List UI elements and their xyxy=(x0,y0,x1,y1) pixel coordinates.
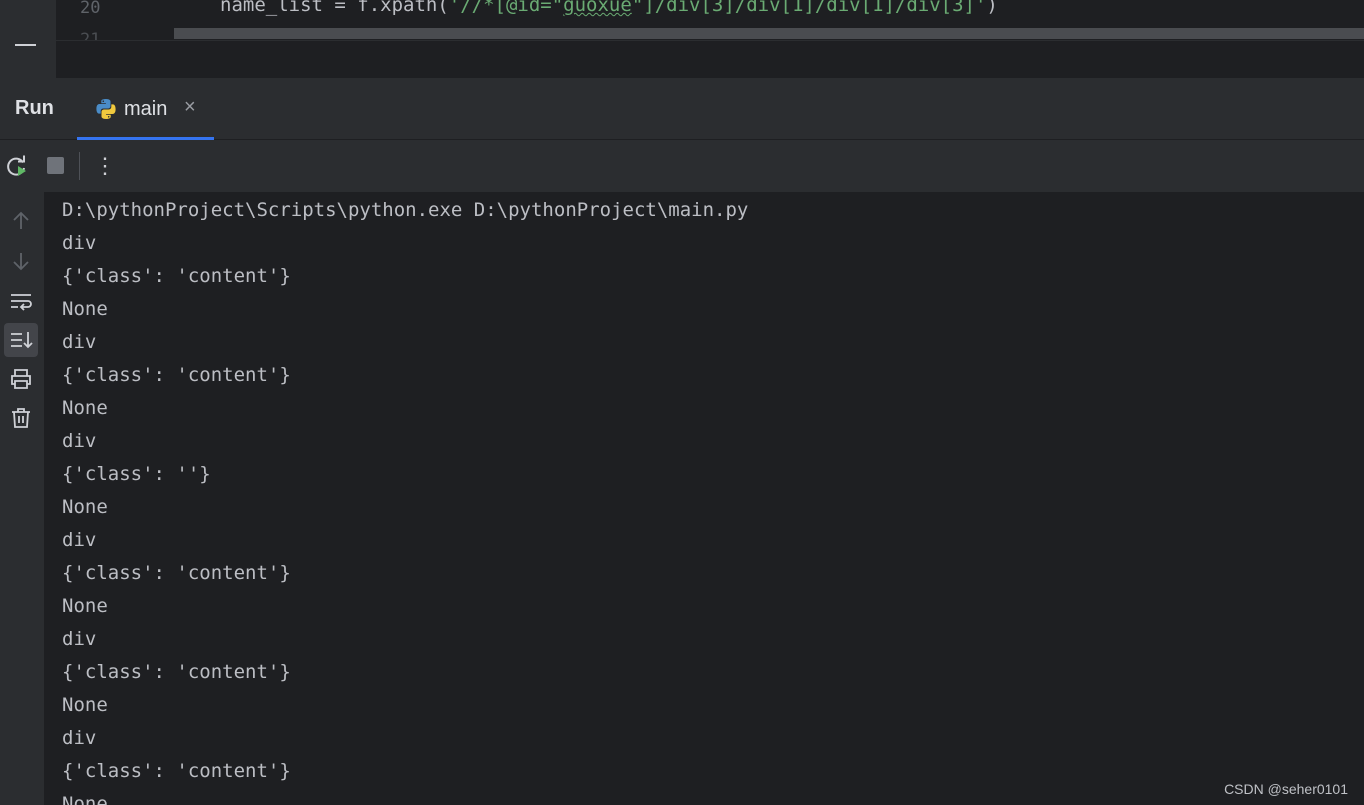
toolbar-separator xyxy=(79,152,80,180)
tab-main[interactable]: main × xyxy=(77,78,214,140)
python-icon xyxy=(95,98,117,120)
arrow-up-icon xyxy=(13,211,29,229)
output-line: {'class': 'content'} xyxy=(62,562,291,584)
line-number: 20 xyxy=(80,0,101,18)
line-number-gutter: 20 21 xyxy=(56,0,170,40)
output-line: div xyxy=(62,331,97,353)
minimize-icon[interactable] xyxy=(15,44,36,46)
output-line: {'class': 'content'} xyxy=(62,265,291,287)
code-token: name_list = f.xpath( xyxy=(220,0,449,16)
command-line: D:\pythonProject\Scripts\python.exe D:\p… xyxy=(62,199,749,221)
horizontal-scrollbar[interactable] xyxy=(174,28,1364,39)
tool-window-title: Run xyxy=(15,97,54,119)
more-vertical-icon[interactable]: ⋮ xyxy=(93,154,117,178)
watermark: CSDN @seher0101 xyxy=(1224,781,1348,797)
run-tool-window-header: Run main × xyxy=(0,78,1364,140)
scroll-to-end-icon xyxy=(11,332,33,349)
print-button[interactable] xyxy=(4,362,38,396)
clear-all-button[interactable] xyxy=(4,401,38,435)
output-line: None xyxy=(62,397,108,419)
print-icon xyxy=(11,369,31,389)
run-toolbar: ⋮ xyxy=(0,140,1364,192)
arrow-down-icon xyxy=(13,253,29,271)
console-side-toolbar xyxy=(0,192,44,805)
output-line: div xyxy=(62,430,97,452)
rerun-icon xyxy=(7,155,26,176)
output-line: div xyxy=(62,727,97,749)
output-line: None xyxy=(62,694,108,716)
soft-wrap-button[interactable] xyxy=(4,284,38,318)
output-line: None xyxy=(62,793,108,805)
output-line: div xyxy=(62,529,97,551)
rerun-button[interactable] xyxy=(5,154,29,178)
output-line: None xyxy=(62,298,108,320)
close-icon[interactable]: × xyxy=(184,96,196,119)
output-line: None xyxy=(62,496,108,518)
string-token: '//*[@id=" xyxy=(448,0,564,16)
editor-bottom-area xyxy=(56,40,1364,78)
output-line: div xyxy=(62,232,97,254)
typo-highlight: guoxue xyxy=(563,0,632,16)
stop-button[interactable] xyxy=(44,154,68,178)
output-line: {'class': 'content'} xyxy=(62,760,291,782)
output-line: None xyxy=(62,595,108,617)
code-line[interactable]: name_list = f.xpath('//*[@id="guoxue"]/d… xyxy=(220,0,998,16)
trash-icon xyxy=(12,408,30,428)
code-token: ) xyxy=(986,0,998,16)
output-line: div xyxy=(62,628,97,650)
scroll-to-end-button[interactable] xyxy=(4,323,38,357)
scroll-up-button[interactable] xyxy=(4,204,38,238)
scroll-down-button[interactable] xyxy=(4,244,38,278)
output-line: {'class': 'content'} xyxy=(62,364,291,386)
editor-left-strip xyxy=(0,0,56,78)
tab-label: main xyxy=(124,98,168,120)
editor-area: 20 21 name_list = f.xpath('//*[@id="guox… xyxy=(0,0,1364,78)
console-output[interactable]: D:\pythonProject\Scripts\python.exe D:\p… xyxy=(44,192,1364,805)
soft-wrap-icon xyxy=(11,294,32,311)
output-line: {'class': ''} xyxy=(62,463,211,485)
stop-icon xyxy=(47,157,64,174)
string-token: "]/div[3]/div[1]/div[1]/div[3]' xyxy=(631,0,987,16)
output-line: {'class': 'content'} xyxy=(62,661,291,683)
